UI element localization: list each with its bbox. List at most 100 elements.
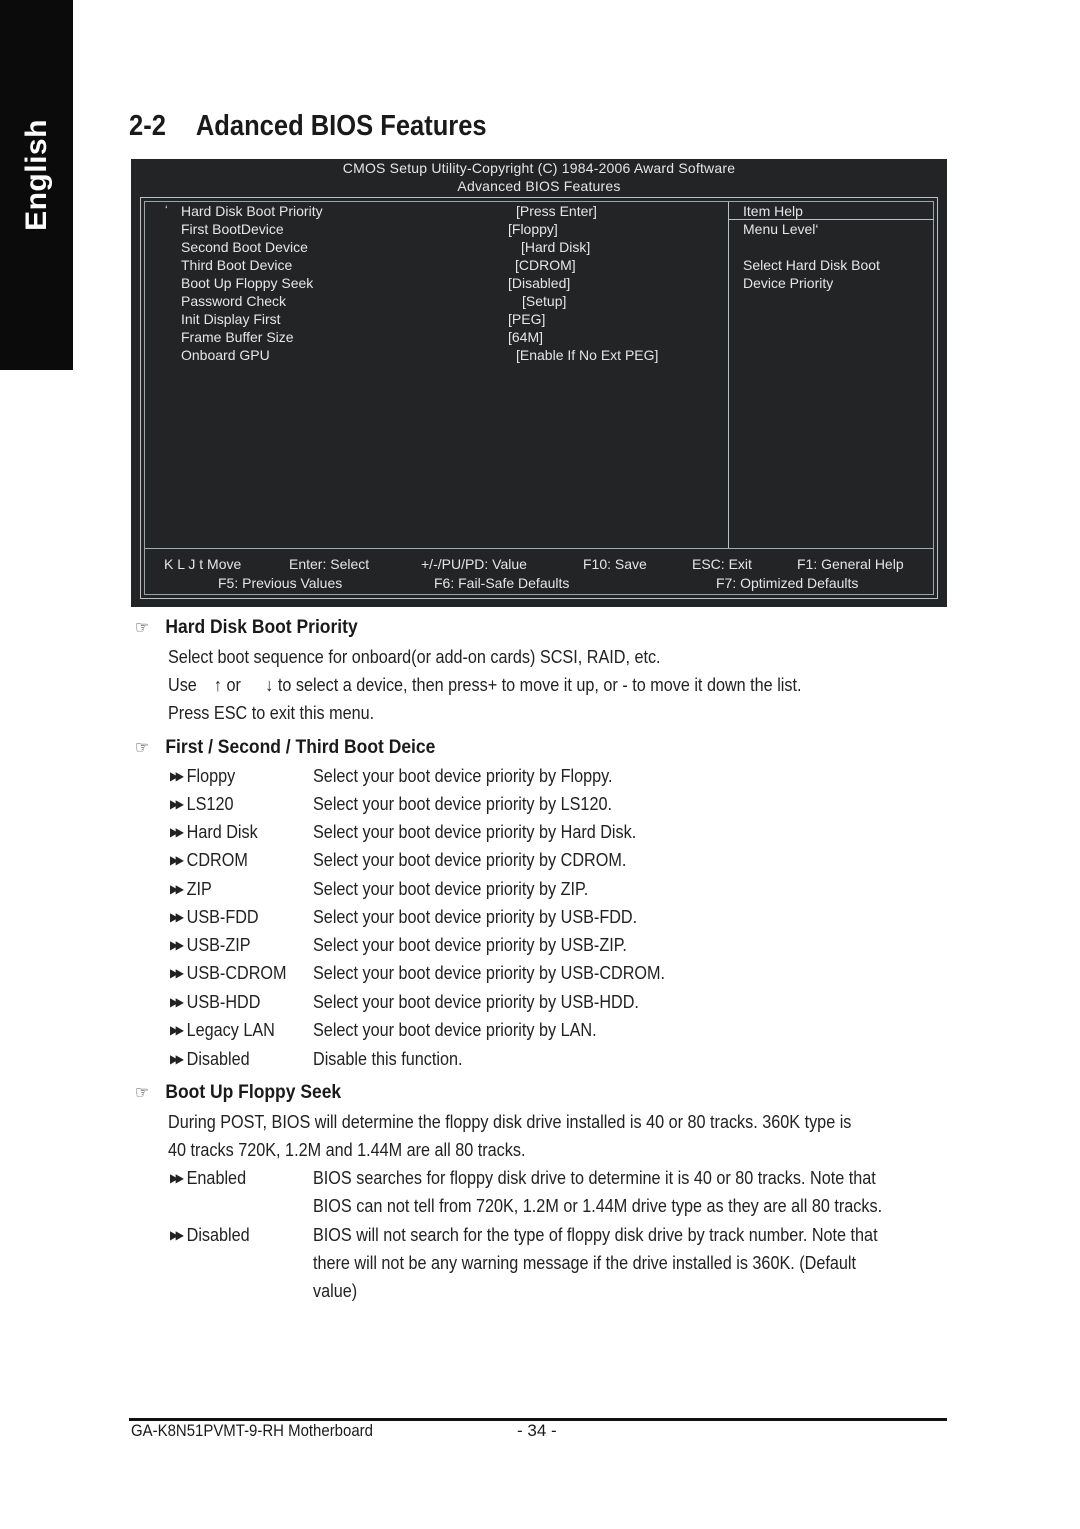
- floppy-seek-disabled-desc-line1: BIOS will not search for the type of flo…: [313, 1225, 878, 1245]
- double-arrow-bullet-icon: ▶▶: [170, 853, 184, 867]
- bios-value-third-boot-device[interactable]: [CDROM]: [515, 257, 576, 273]
- floppy-seek-disabled-desc-line3: value): [313, 1281, 358, 1301]
- bios-item-onboard-gpu[interactable]: Onboard GPU: [181, 347, 270, 363]
- pointing-hand-icon: ☞: [135, 738, 150, 757]
- double-arrow-bullet-icon: ▶▶: [170, 966, 184, 980]
- key-hint-enter: Enter: Select: [289, 556, 370, 572]
- key-hint-previous-values: F5: Previous Values: [218, 575, 343, 591]
- double-arrow-bullet-icon: ▶▶: [170, 938, 184, 952]
- pointing-hand-icon: ☞: [135, 1083, 150, 1102]
- option-legacy-lan: ▶▶ Legacy LAN: [170, 1020, 275, 1040]
- option-usb-fdd: ▶▶ USB-FDD: [170, 907, 259, 927]
- key-hint-exit: ESC: Exit: [692, 556, 752, 572]
- bios-item-password-check[interactable]: Password Check: [181, 293, 286, 309]
- selection-cursor-icon: ‘: [165, 203, 168, 217]
- option-ls120: ▶▶ LS120: [170, 794, 234, 814]
- option-ls120-desc: Select your boot device priority by LS12…: [313, 794, 612, 814]
- bios-value-boot-up-floppy-seek[interactable]: [Disabled]: [508, 275, 570, 291]
- option-usb-cdrom: ▶▶ USB-CDROM: [170, 963, 287, 983]
- bios-footer-separator: [145, 548, 934, 549]
- bios-value-second-boot-device[interactable]: [Hard Disk]: [521, 239, 590, 255]
- key-hint-general-help: F1: General Help: [797, 556, 904, 572]
- floppy-seek-intro-line2: 40 tracks 720K, 1.2M and 1.44M are all 8…: [168, 1140, 526, 1160]
- double-arrow-bullet-icon: ▶▶: [170, 825, 184, 839]
- arrow-down-icon: ↓: [265, 675, 274, 695]
- double-arrow-bullet-icon: ▶▶: [170, 1023, 184, 1037]
- bios-value-hard-disk-boot-priority[interactable]: [Press Enter]: [516, 203, 597, 219]
- language-side-tab: English: [0, 0, 73, 370]
- option-disabled-desc: Disable this function.: [313, 1049, 463, 1069]
- bios-copyright-header: CMOS Setup Utility-Copyright (C) 1984-20…: [342, 160, 736, 176]
- option-disabled: ▶▶ Disabled: [170, 1049, 250, 1069]
- language-label: English: [20, 119, 53, 231]
- key-hint-move: K L J t Move: [164, 556, 242, 572]
- help-menu-level: Menu Level‘: [743, 221, 819, 237]
- option-zip-desc: Select your boot device priority by ZIP.: [313, 879, 589, 899]
- double-arrow-bullet-icon: ▶▶: [170, 769, 184, 783]
- bios-item-second-boot-device[interactable]: Second Boot Device: [181, 239, 308, 255]
- bios-value-frame-buffer-size[interactable]: [64M]: [508, 329, 543, 345]
- floppy-seek-enabled-desc-line1: BIOS searches for floppy disk drive to d…: [313, 1168, 876, 1188]
- option-usb-hdd: ▶▶ USB-HDD: [170, 992, 261, 1012]
- section-title: Adanced BIOS Features: [195, 110, 487, 142]
- option-hard-disk: ▶▶ Hard Disk: [170, 822, 258, 842]
- bios-value-onboard-gpu[interactable]: [Enable If No Ext PEG]: [516, 347, 658, 363]
- bios-item-init-display-first[interactable]: Init Display First: [181, 311, 281, 327]
- double-arrow-bullet-icon: ▶▶: [170, 882, 184, 896]
- option-cdrom-desc: Select your boot device priority by CDRO…: [313, 850, 627, 870]
- key-hint-optimized-defaults: F7: Optimized Defaults: [716, 575, 859, 591]
- footer-model-name: GA-K8N51PVMT-9-RH Motherboard: [131, 1421, 373, 1440]
- hdbp-usage: Use ↑ or ↓ to select a device, then pres…: [168, 675, 802, 695]
- key-hint-fail-safe-defaults: F6: Fail-Safe Defaults: [434, 575, 570, 591]
- pointing-hand-icon: ☞: [135, 618, 150, 637]
- bios-menu-title: Advanced BIOS Features: [457, 178, 621, 194]
- page-title: 2-2 Adanced BIOS Features: [129, 110, 487, 143]
- bios-item-frame-buffer-size[interactable]: Frame Buffer Size: [181, 329, 294, 345]
- option-zip: ▶▶ ZIP: [170, 879, 212, 899]
- key-hint-value: +/-/PU/PD: Value: [421, 556, 527, 572]
- option-floppy-seek-disabled: ▶▶ Disabled: [170, 1225, 250, 1245]
- arrow-up-icon: ↑: [213, 675, 223, 695]
- double-arrow-bullet-icon: ▶▶: [170, 995, 184, 1009]
- bios-value-password-check[interactable]: [Setup]: [522, 293, 566, 309]
- bios-screen: CMOS Setup Utility-Copyright (C) 1984-20…: [131, 159, 947, 607]
- help-description-line2: Device Priority: [743, 275, 834, 291]
- option-usb-hdd-desc: Select your boot device priority by USB-…: [313, 992, 639, 1012]
- option-usb-zip-desc: Select your boot device priority by USB-…: [313, 935, 627, 955]
- option-usb-fdd-desc: Select your boot device priority by USB-…: [313, 907, 638, 927]
- double-arrow-bullet-icon: ▶▶: [170, 1052, 184, 1066]
- double-arrow-bullet-icon: ▶▶: [170, 797, 184, 811]
- section-heading-hard-disk-boot-priority: ☞ Hard Disk Boot Priority: [135, 617, 358, 638]
- item-help-title: Item Help: [743, 203, 803, 219]
- section-heading-boot-up-floppy-seek: ☞ Boot Up Floppy Seek: [135, 1082, 342, 1103]
- floppy-seek-intro-line1: During POST, BIOS will determine the flo…: [168, 1112, 852, 1132]
- bios-value-init-display-first[interactable]: [PEG]: [508, 311, 545, 327]
- section-heading-boot-device: ☞ First / Second / Third Boot Deice: [135, 737, 436, 758]
- double-arrow-bullet-icon: ▶▶: [170, 1228, 184, 1242]
- key-hint-save: F10: Save: [583, 556, 647, 572]
- section-number: 2-2: [129, 110, 166, 142]
- option-floppy-seek-enabled: ▶▶ Enabled: [170, 1168, 247, 1188]
- option-usb-zip: ▶▶ USB-ZIP: [170, 935, 251, 955]
- bios-value-first-boot-device[interactable]: [Floppy]: [508, 221, 558, 237]
- hdbp-escape-note: Press ESC to exit this menu.: [168, 703, 375, 723]
- double-arrow-bullet-icon: ▶▶: [170, 1171, 184, 1185]
- option-legacy-lan-desc: Select your boot device priority by LAN.: [313, 1020, 597, 1040]
- help-column-divider: [728, 202, 729, 548]
- help-description-line1: Select Hard Disk Boot: [743, 257, 880, 273]
- option-floppy: ▶▶ Floppy: [170, 766, 236, 786]
- floppy-seek-disabled-desc-line2: there will not be any warning message if…: [313, 1253, 856, 1273]
- option-usb-cdrom-desc: Select your boot device priority by USB-…: [313, 963, 666, 983]
- bios-item-first-boot-device[interactable]: First BootDevice: [181, 221, 284, 237]
- option-cdrom: ▶▶ CDROM: [170, 850, 248, 870]
- hdbp-description: Select boot sequence for onboard(or add-…: [168, 647, 661, 667]
- option-floppy-desc: Select your boot device priority by Flop…: [313, 766, 613, 786]
- option-hard-disk-desc: Select your boot device priority by Hard…: [313, 822, 637, 842]
- bios-item-hard-disk-boot-priority[interactable]: Hard Disk Boot Priority: [181, 203, 323, 219]
- bios-item-third-boot-device[interactable]: Third Boot Device: [181, 257, 292, 273]
- footer-page-number: - 34 -: [517, 1421, 557, 1440]
- help-title-separator: [729, 219, 934, 220]
- bios-item-boot-up-floppy-seek[interactable]: Boot Up Floppy Seek: [181, 275, 313, 291]
- double-arrow-bullet-icon: ▶▶: [170, 910, 184, 924]
- floppy-seek-enabled-desc-line2: BIOS can not tell from 720K, 1.2M or 1.4…: [313, 1196, 883, 1216]
